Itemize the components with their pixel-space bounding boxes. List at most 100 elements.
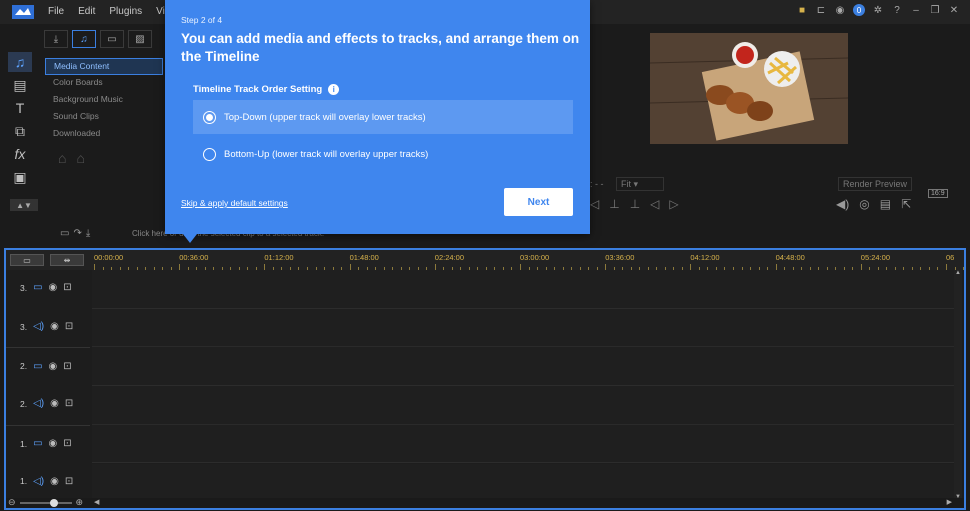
media-room-icon[interactable]: ♫: [8, 52, 32, 72]
eye-icon[interactable]: ◉: [49, 438, 58, 449]
subtitle-icon[interactable]: ▤: [880, 197, 891, 211]
scroll-left-icon[interactable]: ◀: [94, 498, 99, 506]
account-icon[interactable]: ◉: [834, 4, 846, 16]
zoom-out-icon[interactable]: ⊖: [8, 497, 16, 508]
remove-folder-icon[interactable]: ⌂: [76, 150, 84, 166]
track-lane[interactable]: [92, 347, 954, 387]
menu-file[interactable]: File: [48, 6, 64, 17]
setting-label: Timeline Track Order Setting i: [193, 84, 340, 95]
help-icon[interactable]: ?: [891, 4, 903, 16]
snapshot-icon[interactable]: ◎: [859, 197, 869, 211]
eye-icon[interactable]: ◉: [49, 361, 58, 372]
overwrite-icon[interactable]: ⤓: [86, 228, 90, 239]
scroll-right-icon[interactable]: ▶: [947, 498, 952, 506]
media-category-item[interactable]: Color Boards: [45, 75, 163, 92]
lock-icon[interactable]: ⊡: [65, 398, 73, 409]
insert-icon[interactable]: ↷: [73, 228, 81, 239]
zoom-in-icon[interactable]: ⊕: [76, 497, 84, 508]
fit-dropdown[interactable]: Fit ▾: [616, 177, 664, 191]
media-category-item[interactable]: Background Music: [45, 92, 163, 109]
menu-edit[interactable]: Edit: [78, 6, 95, 17]
track-lane[interactable]: [92, 270, 954, 309]
info-icon[interactable]: i: [328, 84, 340, 95]
vertical-scrollbar[interactable]: ▲ ▼: [954, 270, 962, 502]
lock-icon[interactable]: ⊡: [65, 321, 73, 332]
app-logo: [12, 5, 34, 19]
track-lane[interactable]: [92, 386, 954, 425]
media-category-item[interactable]: Sound Clips: [45, 109, 163, 126]
add-folder-icon[interactable]: ⌂: [58, 150, 66, 166]
restore-icon[interactable]: ❐: [929, 4, 941, 16]
import-icon[interactable]: ⤓: [44, 30, 68, 48]
radio-selected-icon[interactable]: [203, 110, 216, 124]
cart-icon[interactable]: ⊏: [815, 4, 827, 16]
track-manager-button[interactable]: ▭: [10, 254, 44, 266]
eye-icon[interactable]: ◉: [49, 282, 58, 293]
transition-icon[interactable]: ⧉: [8, 121, 32, 141]
scroll-up-icon[interactable]: ▲: [954, 270, 962, 278]
undock-icon[interactable]: ⇱: [901, 197, 911, 211]
eye-icon[interactable]: ◉: [50, 476, 59, 487]
track-number: 1.: [20, 476, 28, 487]
skip-link[interactable]: Skip & apply default settings: [181, 198, 288, 208]
gift-icon[interactable]: ■: [796, 4, 808, 16]
track-controls: 3. ▭ ◉ ⊡: [20, 282, 72, 293]
step-icon[interactable]: ⊥: [630, 197, 640, 211]
media-category-item[interactable]: Downloaded: [45, 126, 163, 143]
track-lane[interactable]: [92, 463, 954, 503]
fx-icon[interactable]: fx: [8, 144, 32, 164]
track-lane[interactable]: [92, 308, 954, 348]
next-button[interactable]: Next: [504, 188, 573, 216]
title-room-icon[interactable]: ▤: [8, 75, 32, 95]
aspect-ratio-selector[interactable]: 16:9: [928, 189, 948, 198]
eye-icon[interactable]: ◉: [50, 398, 59, 409]
option-bottom-up[interactable]: Bottom-Up (lower track will overlay uppe…: [193, 137, 573, 171]
volume-icon[interactable]: ◀): [836, 197, 849, 211]
settings-gear-icon[interactable]: ✲: [872, 4, 884, 16]
color-board-icon[interactable]: ▭: [100, 30, 124, 48]
tutorial-popover: Step 2 of 4 You can add media and effect…: [165, 0, 590, 234]
storyboard-icon[interactable]: ▭: [60, 228, 69, 239]
radio-unselected-icon[interactable]: [203, 147, 216, 161]
horizontal-scrollbar[interactable]: ◀ ▶: [6, 498, 964, 508]
text-icon[interactable]: T: [8, 98, 32, 118]
close-icon[interactable]: ✕: [948, 4, 960, 16]
notification-icon[interactable]: 0: [853, 4, 865, 16]
option-label: Bottom-Up (lower track will overlay uppe…: [224, 148, 429, 160]
timeline-header: ▭ ⇹ 00:00:00 00:36:00 01:12:00 01:48:00 02:2…: [6, 250, 965, 270]
video-track-icon: ▭: [33, 282, 43, 294]
stop-icon[interactable]: ⊥: [609, 197, 619, 211]
time-ruler[interactable]: 00:00:00 00:36:00 01:12:00 01:48:00 02:24:00…: [92, 250, 965, 270]
lock-icon[interactable]: ⊡: [65, 476, 73, 487]
lock-icon[interactable]: ⊡: [63, 361, 71, 372]
lock-icon[interactable]: ⊡: [63, 282, 71, 293]
track-controls: 3. ◁) ◉ ⊡: [20, 321, 73, 332]
prev-icon[interactable]: ◁: [650, 197, 659, 211]
track-lane[interactable]: [92, 424, 954, 464]
ruler-label: 03:00:00: [520, 253, 550, 262]
zoom-knob[interactable]: [49, 498, 58, 507]
fit-timeline-button[interactable]: ⇹: [50, 254, 84, 266]
menu-plugins[interactable]: Plugins: [109, 6, 142, 17]
room-nav-collapse-icon[interactable]: ▲▼: [10, 199, 38, 211]
render-preview-button[interactable]: Render Preview: [838, 177, 912, 191]
media-content-icon[interactable]: ♫: [72, 30, 96, 48]
image-icon[interactable]: ▨: [128, 30, 152, 48]
track-controls: 1. ◁) ◉ ⊡: [20, 476, 73, 487]
player-info-bar: : - - Fit ▾ Render Preview: [590, 176, 970, 198]
prev-frame-icon[interactable]: ◁: [590, 197, 599, 211]
eye-icon[interactable]: ◉: [50, 321, 59, 332]
option-top-down[interactable]: Top-Down (upper track will overlay lower…: [193, 100, 573, 134]
lock-icon[interactable]: ⊡: [63, 438, 71, 449]
pip-icon[interactable]: ▣: [8, 167, 32, 187]
media-category-item[interactable]: Media Content: [45, 58, 163, 75]
audio-track-icon: ◁): [33, 321, 45, 333]
video-track-icon: ▭: [33, 360, 43, 372]
minimize-icon[interactable]: –: [910, 4, 922, 16]
ruler-label: 00:36:00: [179, 253, 209, 262]
next-icon[interactable]: ▷: [669, 197, 678, 211]
tutorial-title: You can add media and effects to tracks,…: [181, 31, 580, 64]
popover-pointer: [183, 234, 197, 243]
ruler-label: 06: [946, 253, 955, 262]
zoom-track[interactable]: [19, 498, 72, 507]
